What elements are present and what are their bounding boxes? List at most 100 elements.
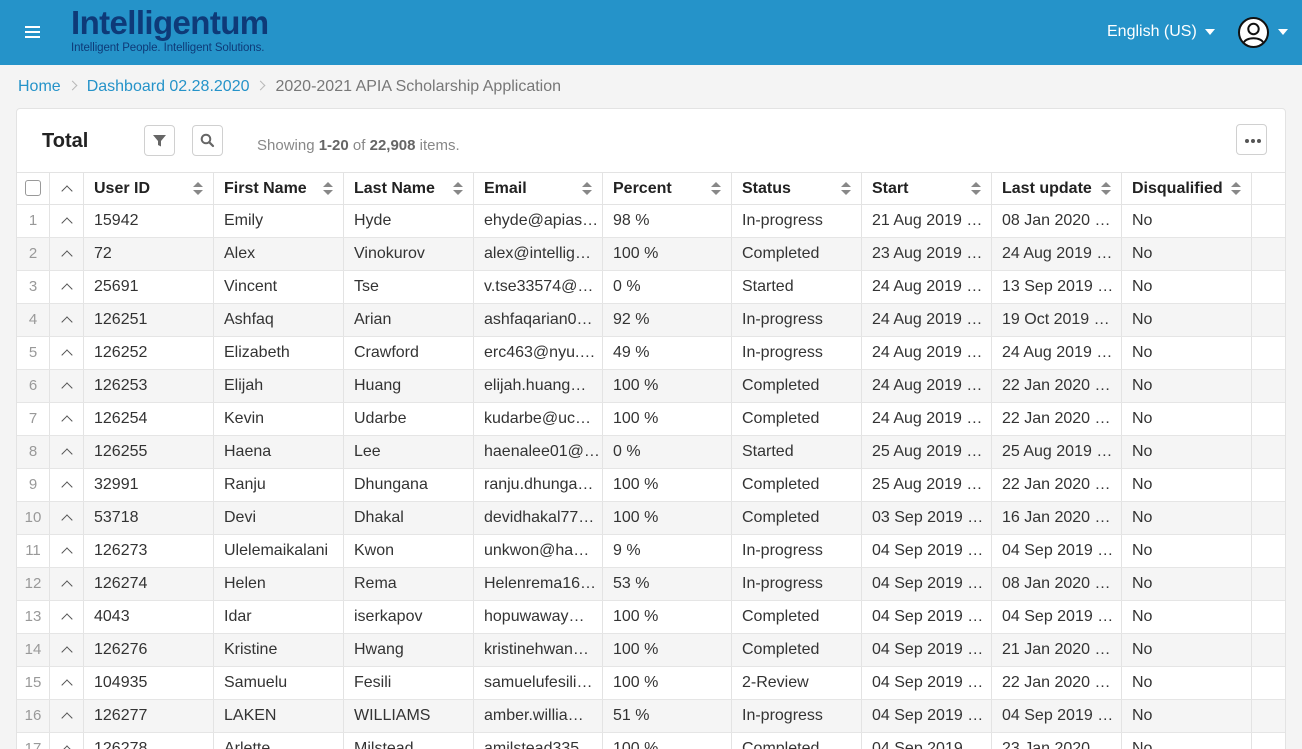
language-selector[interactable]: English (US) xyxy=(1107,23,1215,41)
last-update-cell: 22 Jan 2020 … xyxy=(992,370,1122,402)
percent-cell: 0 % xyxy=(603,436,732,468)
row-expand-toggle[interactable] xyxy=(50,205,84,237)
logo[interactable]: Intelligentum Intelligent People. Intell… xyxy=(71,4,269,55)
start-cell: 04 Sep 2019 … xyxy=(862,634,992,666)
table-row[interactable]: 4 126251 Ashfaq Arian ashfaqarian0… 92 % In-pr… xyxy=(17,304,1285,337)
first-name-cell: Vincent xyxy=(214,271,344,303)
first-name-cell: Idar xyxy=(214,601,344,633)
column-header-last-update[interactable]: Last update xyxy=(992,173,1122,204)
disqualified-cell: No xyxy=(1122,667,1252,699)
row-expand-toggle[interactable] xyxy=(50,667,84,699)
sort-icon[interactable] xyxy=(1101,182,1111,196)
email-cell: kudarbe@uc… xyxy=(474,403,603,435)
breadcrumb-home[interactable]: Home xyxy=(18,78,61,95)
first-name-cell: Samuelu xyxy=(214,667,344,699)
table-row[interactable]: 8 126255 Haena Lee haenalee01@… 0 % Started 25 … xyxy=(17,436,1285,469)
select-all-checkbox[interactable] xyxy=(25,179,41,196)
table-row[interactable]: 11 126273 Ulelemaikalani Kwon unkwon@ha… 9 % I… xyxy=(17,535,1285,568)
table-row[interactable]: 3 25691 Vincent Tse v.tse33574@… 0 % Started 24… xyxy=(17,271,1285,304)
user-avatar-icon[interactable] xyxy=(1238,17,1269,48)
table-row[interactable]: 12 126274 Helen Rema Helenrema16… 53 % In-prog… xyxy=(17,568,1285,601)
hamburger-icon[interactable] xyxy=(25,26,40,40)
sort-icon[interactable] xyxy=(582,182,592,196)
search-button[interactable] xyxy=(192,125,223,156)
column-header-email[interactable]: Email xyxy=(474,173,603,204)
sort-icon[interactable] xyxy=(711,182,721,196)
column-header-start[interactable]: Start xyxy=(862,173,992,204)
start-cell: 24 Aug 2019 … xyxy=(862,304,992,336)
chevron-down-icon[interactable] xyxy=(1278,29,1288,35)
row-expand-toggle[interactable] xyxy=(50,634,84,666)
row-expand-toggle[interactable] xyxy=(50,370,84,402)
column-header-status[interactable]: Status xyxy=(732,173,862,204)
sort-icon[interactable] xyxy=(971,182,981,196)
column-header-percent[interactable]: Percent xyxy=(603,173,732,204)
last-update-cell: 13 Sep 2019 … xyxy=(992,271,1122,303)
table-row[interactable]: 2 72 Alex Vinokurov alex@intellig… 100 % Compl… xyxy=(17,238,1285,271)
row-expand-toggle[interactable] xyxy=(50,700,84,732)
results-panel: Total Showing 1-20 of 22,908 items. User… xyxy=(16,108,1286,749)
table-row[interactable]: 5 126252 Elizabeth Crawford erc463@nyu.… 49 %… xyxy=(17,337,1285,370)
disqualified-cell: No xyxy=(1122,601,1252,633)
row-spacer xyxy=(1252,205,1285,237)
row-expand-toggle[interactable] xyxy=(50,469,84,501)
sort-icon[interactable] xyxy=(841,182,851,196)
email-cell: v.tse33574@… xyxy=(474,271,603,303)
table-row[interactable]: 10 53718 Devi Dhakal devidhakal77… 100 % Compl… xyxy=(17,502,1285,535)
sort-icon[interactable] xyxy=(1231,182,1241,196)
sort-icon[interactable] xyxy=(323,182,333,196)
row-expand-toggle[interactable] xyxy=(50,436,84,468)
column-header-first-name[interactable]: First Name xyxy=(214,173,344,204)
user-id-cell: 126277 xyxy=(84,700,214,732)
email-cell: Helenrema16… xyxy=(474,568,603,600)
first-name-cell: Arlette xyxy=(214,733,344,749)
percent-cell: 100 % xyxy=(603,370,732,402)
row-expand-toggle[interactable] xyxy=(50,601,84,633)
breadcrumb-dashboard[interactable]: Dashboard 02.28.2020 xyxy=(87,78,250,95)
sort-icon[interactable] xyxy=(453,182,463,196)
table-row[interactable]: 7 126254 Kevin Udarbe kudarbe@uc… 100 % Comple… xyxy=(17,403,1285,436)
filter-button[interactable] xyxy=(144,125,175,156)
row-expand-toggle[interactable] xyxy=(50,271,84,303)
row-expand-toggle[interactable] xyxy=(50,238,84,270)
status-cell: 2-Review xyxy=(732,667,862,699)
row-expand-toggle[interactable] xyxy=(50,568,84,600)
table-row[interactable]: 6 126253 Elijah Huang elijah.huang… 100 % Comp… xyxy=(17,370,1285,403)
logo-name: Intelligentum xyxy=(71,4,269,41)
row-expand-toggle[interactable] xyxy=(50,733,84,749)
table-row[interactable]: 1 15942 Emily Hyde ehyde@apias… 98 % In-progre… xyxy=(17,205,1285,238)
table-row[interactable]: 17 126278 Arlette Milstead amilstead335… 100 … xyxy=(17,733,1285,749)
chevron-up-icon xyxy=(61,547,73,559)
showing-prefix: Showing xyxy=(257,137,315,154)
table-row[interactable]: 9 32991 Ranju Dhungana ranju.dhunga… 100 % Com… xyxy=(17,469,1285,502)
status-cell: In-progress xyxy=(732,535,862,567)
chevron-up-icon xyxy=(61,250,73,262)
more-options-button[interactable] xyxy=(1236,124,1267,155)
column-header-last-name[interactable]: Last Name xyxy=(344,173,474,204)
user-id-cell: 15942 xyxy=(84,205,214,237)
column-header-disqualified[interactable]: Disqualified xyxy=(1122,173,1252,204)
table-row[interactable]: 15 104935 Samuelu Fesili samuelufesili… 100 %… xyxy=(17,667,1285,700)
last-name-cell: Dhungana xyxy=(344,469,474,501)
row-expand-toggle[interactable] xyxy=(50,403,84,435)
row-expand-toggle[interactable] xyxy=(50,502,84,534)
chevron-up-icon xyxy=(61,349,73,361)
last-name-cell: Tse xyxy=(344,271,474,303)
column-header-user-id[interactable]: User ID xyxy=(84,173,214,204)
percent-cell: 51 % xyxy=(603,700,732,732)
first-name-cell: Emily xyxy=(214,205,344,237)
row-expand-toggle[interactable] xyxy=(50,304,84,336)
chevron-right-icon xyxy=(256,80,266,91)
row-number: 13 xyxy=(17,601,50,633)
user-id-cell: 25691 xyxy=(84,271,214,303)
row-expand-toggle[interactable] xyxy=(50,535,84,567)
row-expand-toggle[interactable] xyxy=(50,337,84,369)
table-row[interactable]: 16 126277 LAKEN WILLIAMS amber.willia… 51 % In… xyxy=(17,700,1285,733)
expand-all-toggle[interactable] xyxy=(50,173,84,204)
last-update-cell: 04 Sep 2019 … xyxy=(992,601,1122,633)
first-name-cell: Haena xyxy=(214,436,344,468)
last-update-cell: 23 Jan 2020 … xyxy=(992,733,1122,749)
table-row[interactable]: 13 4043 Idar iserkapov hopuwaway… 100 % Comple… xyxy=(17,601,1285,634)
sort-icon[interactable] xyxy=(193,182,203,196)
table-row[interactable]: 14 126276 Kristine Hwang kristinehwan… 100 % C… xyxy=(17,634,1285,667)
